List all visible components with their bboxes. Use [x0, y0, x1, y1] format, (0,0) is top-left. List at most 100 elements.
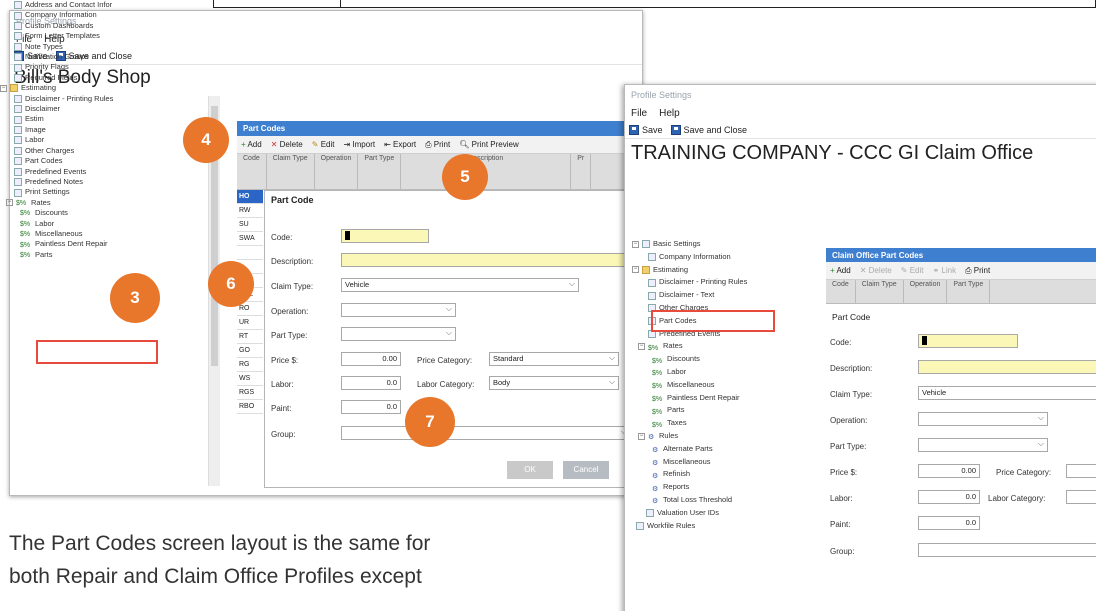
operation-select[interactable]: ⌵ [341, 303, 456, 317]
group-select[interactable]: ⌵ [341, 426, 631, 440]
part-type-select[interactable]: ⌵ [341, 327, 456, 341]
col-part-type[interactable]: Part Type [947, 280, 991, 303]
description-input[interactable] [341, 253, 631, 267]
add-button[interactable]: + Add [241, 140, 262, 149]
tree-item[interactable]: Disclaimer - Printing Rules [632, 276, 828, 289]
tree-item[interactable]: ⚙ Reports [632, 481, 828, 494]
link-button[interactable]: ⚭ Link [932, 266, 956, 275]
col-code[interactable]: Code [826, 280, 856, 303]
tree-item[interactable]: $% Parts [0, 250, 113, 260]
tree-item[interactable]: $% Paintless Dent Repair [0, 239, 113, 249]
delete-button[interactable]: ✕ Delete [860, 266, 892, 275]
col-claim-type[interactable]: Claim Type [267, 154, 315, 189]
tree-item[interactable]: Predefined Notes [0, 177, 113, 187]
claim-type-select[interactable]: Vehicle [918, 386, 1096, 400]
tree-item[interactable]: ⚙ Total Loss Threshold [632, 494, 828, 507]
collapse-icon[interactable]: − [638, 432, 645, 440]
price-category-select[interactable]: Standard ⌵ [489, 352, 619, 366]
table-row[interactable]: RW [237, 204, 263, 218]
tree-item[interactable]: ⚙ Refinish [632, 468, 828, 481]
print-preview-button[interactable]: 🔍︎ Print Preview [459, 140, 519, 149]
table-row[interactable]: HO [237, 190, 263, 204]
labor-category-select[interactable] [1066, 490, 1096, 504]
table-row[interactable]: GO [237, 344, 263, 358]
col-price[interactable]: Pr [571, 154, 592, 189]
tree-item[interactable]: Other Charges [0, 146, 113, 156]
table-row[interactable] [237, 246, 263, 260]
ok-button[interactable]: OK [507, 461, 553, 479]
col-claim-type[interactable]: Claim Type [856, 280, 904, 303]
tree-item[interactable]: Workfile Rules [632, 520, 828, 533]
tree-item[interactable]: Estim [0, 114, 113, 124]
price-category-select[interactable] [1066, 464, 1096, 478]
tree-item[interactable]: − Estimating [632, 264, 828, 277]
tree-item[interactable]: Address and Contact Infor [0, 0, 113, 10]
tree-item[interactable]: $% Discounts [632, 353, 828, 366]
tree-item[interactable]: $% Miscellaneous [632, 379, 828, 392]
labor-input[interactable]: 0.0 [918, 490, 980, 504]
tree-item[interactable]: $% Labor [632, 366, 828, 379]
tree-item[interactable]: Valuation User IDs [632, 507, 828, 520]
edit-button[interactable]: ✎ Edit [901, 266, 924, 275]
table-row[interactable]: SWA [237, 232, 263, 246]
operation-select[interactable]: ⌵ [918, 412, 1048, 426]
tree-item[interactable]: Company Information [0, 10, 113, 20]
tree-item[interactable]: Part Codes [0, 156, 113, 166]
add-button[interactable]: + Add [830, 266, 851, 275]
tree-item[interactable]: $% Discounts [0, 208, 113, 218]
tree-item[interactable]: Predefined Events [0, 167, 113, 177]
tree-item[interactable]: $% Miscellaneous [0, 229, 113, 239]
tree-item[interactable]: Labor [0, 135, 113, 145]
save-button[interactable]: Save [629, 125, 663, 135]
tree-item[interactable]: ⚙ Miscellaneous [632, 456, 828, 469]
table-row[interactable]: WS [237, 372, 263, 386]
print-button[interactable]: ⎙ Print [965, 266, 990, 276]
tree-item[interactable]: Form Letter Templates [0, 31, 113, 41]
tree-item[interactable]: ⚙ Alternate Parts [632, 443, 828, 456]
table-row[interactable]: RG [237, 358, 263, 372]
description-input[interactable] [918, 360, 1096, 374]
tree-item[interactable]: Notification Groups [0, 52, 113, 62]
tree-item[interactable]: − Basic Settings [632, 238, 828, 251]
tree-item[interactable]: Print Settings [0, 187, 113, 197]
table-row[interactable]: RGS [237, 386, 263, 400]
code-input[interactable] [341, 229, 429, 243]
collapse-icon[interactable]: − [638, 343, 645, 351]
print-button[interactable]: ⎙ Print [425, 140, 450, 150]
tree-item[interactable]: Disclaimer - Text [632, 289, 828, 302]
claim-type-select[interactable]: Vehicle ⌵ [341, 278, 579, 292]
col-code[interactable]: Code [237, 154, 267, 189]
menu-file[interactable]: File [631, 108, 647, 119]
tree-item[interactable]: Required Fields [0, 73, 113, 83]
col-part-type[interactable]: Part Type [358, 154, 402, 189]
tree-item[interactable]: Company Information [632, 251, 828, 264]
price-input[interactable]: 0.00 [341, 352, 401, 366]
group-select[interactable] [918, 543, 1096, 557]
paint-input[interactable]: 0.0 [341, 400, 401, 414]
tree-item[interactable]: $% Parts [632, 404, 828, 417]
tree-item[interactable]: − ⚙ Rules [632, 430, 828, 443]
table-row[interactable]: UR [237, 316, 263, 330]
tree-item[interactable]: − Estimating [0, 83, 113, 93]
tree-item[interactable]: − $% Rates [632, 340, 828, 353]
collapse-icon[interactable]: − [632, 266, 639, 274]
table-row[interactable]: RBO [237, 400, 263, 414]
labor-category-select[interactable]: Body ⌵ [489, 376, 619, 390]
collapse-icon[interactable]: − [0, 84, 7, 92]
collapse-icon[interactable]: − [632, 240, 639, 248]
table-row[interactable]: RT [237, 330, 263, 344]
tree-item[interactable]: − $% Rates [0, 198, 113, 208]
export-button[interactable]: ⇤ Export [384, 140, 416, 149]
tree-item[interactable]: Priority Flags [0, 62, 113, 72]
tree-item[interactable]: $% Paintless Dent Repair [632, 392, 828, 405]
tree-item[interactable]: Disclaimer - Printing Rules [0, 94, 113, 104]
tree-item[interactable]: Disclaimer [0, 104, 113, 114]
tree-item[interactable]: $% Labor [0, 219, 113, 229]
labor-input[interactable]: 0.0 [341, 376, 401, 390]
tree-item[interactable]: Image [0, 125, 113, 135]
menu-help[interactable]: Help [659, 108, 680, 119]
save-and-close-button[interactable]: Save and Close [670, 125, 747, 135]
delete-button[interactable]: ✕ Delete [271, 140, 303, 149]
code-input[interactable] [918, 334, 1018, 348]
paint-input[interactable]: 0.0 [918, 516, 980, 530]
